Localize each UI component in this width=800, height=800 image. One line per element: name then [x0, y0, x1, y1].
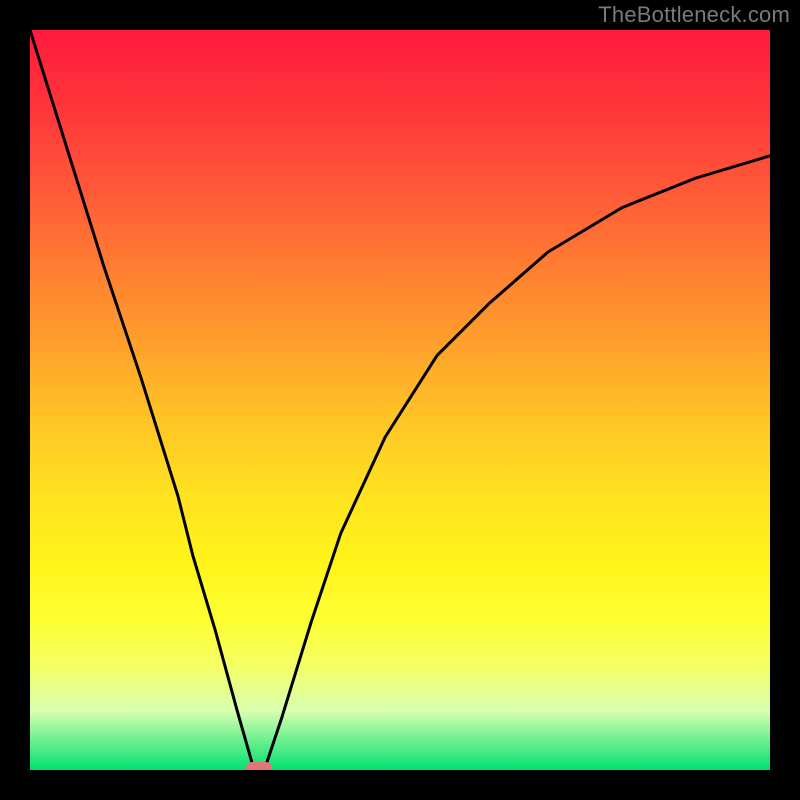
optimum-marker	[246, 762, 272, 770]
chart-frame: TheBottleneck.com	[0, 0, 800, 800]
plot-area	[30, 30, 770, 770]
bottleneck-curve-path	[30, 30, 770, 770]
watermark-label: TheBottleneck.com	[598, 2, 790, 28]
bottleneck-curve	[30, 30, 770, 770]
